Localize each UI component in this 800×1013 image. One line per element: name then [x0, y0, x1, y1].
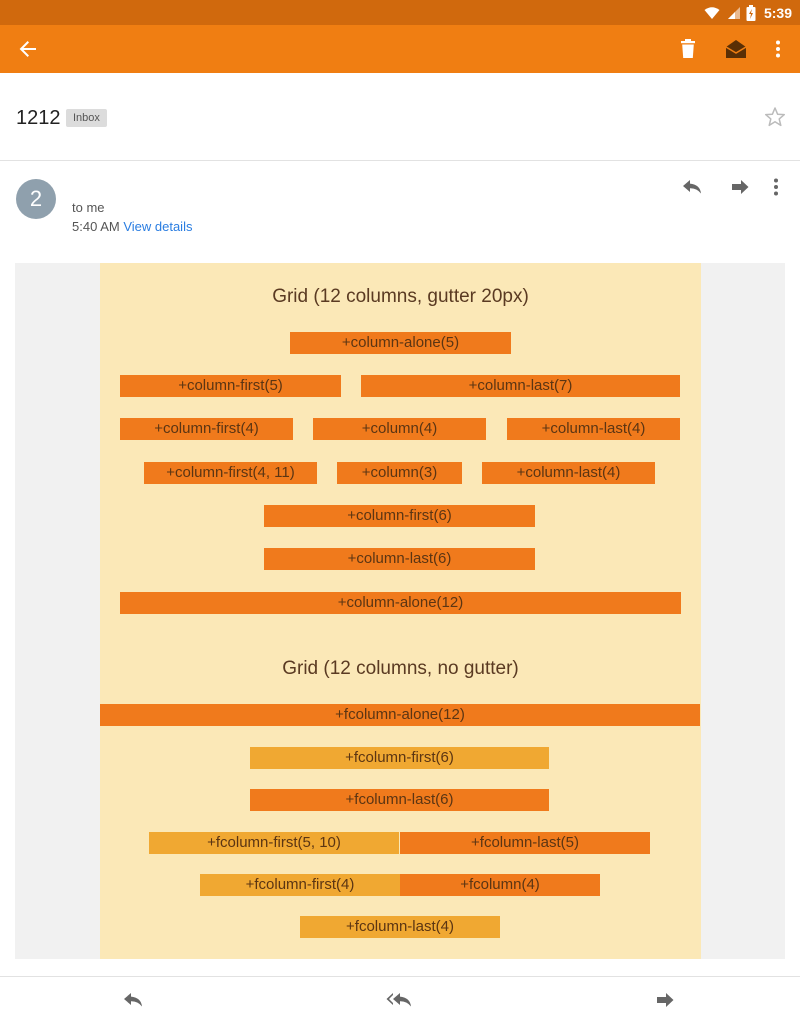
- battery-icon: [746, 4, 756, 21]
- grid-bar: +fcolumn-first(6): [250, 747, 549, 769]
- timestamp-line: 5:40 AM View details: [72, 219, 192, 234]
- view-details-link[interactable]: View details: [123, 219, 192, 234]
- email-subject: 1212: [16, 107, 61, 129]
- message-more-button[interactable]: [762, 174, 790, 200]
- grid-bar: +column-first(4, 11): [144, 462, 317, 484]
- grid-bar: +column-last(4): [507, 418, 680, 440]
- envelope-open-icon: [725, 40, 747, 58]
- grid-bar: +column-first(6): [264, 505, 535, 527]
- bottom-reply-all-button[interactable]: [381, 986, 417, 1013]
- bottom-divider: [0, 976, 800, 977]
- grid-bar: +fcolumn-first(5, 10): [149, 832, 399, 854]
- reply-button[interactable]: [678, 174, 706, 200]
- wifi-icon: [704, 6, 720, 19]
- status-bar: 5:39: [0, 0, 800, 25]
- signal-icon: [727, 6, 740, 19]
- grid-bar: +column(3): [337, 462, 462, 484]
- grid-gutter-title: Grid (12 columns, gutter 20px): [272, 286, 529, 307]
- reply-icon: [683, 180, 701, 194]
- grid-bar: +column-first(4): [120, 418, 293, 440]
- grid-bar: +column-last(7): [361, 375, 680, 397]
- grid-bar: +fcolumn-last(5): [400, 832, 650, 854]
- arrow-back-icon: [19, 41, 36, 57]
- grid-bar: +fcolumn-last(6): [250, 789, 549, 811]
- inbox-label[interactable]: Inbox: [66, 109, 107, 127]
- recipient-line: to me: [72, 200, 105, 215]
- grid-bar: +fcolumn(4): [400, 874, 600, 896]
- more-options-button[interactable]: [758, 25, 798, 73]
- reply-all-icon: [386, 993, 411, 1007]
- forward-icon: [657, 993, 674, 1007]
- mark-unread-button[interactable]: [716, 25, 756, 73]
- grid-bar: +column-alone(12): [120, 592, 681, 614]
- subject-row: 1212 Inbox: [0, 73, 800, 161]
- message-time: 5:40 AM: [72, 219, 120, 234]
- grid-bar: +fcolumn-first(4): [200, 874, 400, 896]
- grid-bar: +column-first(5): [120, 375, 341, 397]
- grid-bar: +column-alone(5): [290, 332, 511, 354]
- sender-avatar[interactable]: 2: [16, 179, 56, 219]
- grid-no-gutter-title: Grid (12 columns, no gutter): [282, 658, 519, 679]
- back-button[interactable]: [8, 25, 48, 73]
- bottom-reply-button[interactable]: [115, 986, 151, 1013]
- reply-icon: [124, 993, 142, 1007]
- more-vert-icon: [774, 178, 778, 196]
- star-icon: [764, 107, 786, 127]
- status-time: 5:39: [763, 4, 792, 21]
- trash-icon: [681, 39, 695, 58]
- more-vert-icon: [776, 40, 780, 58]
- app-bar: [0, 25, 800, 73]
- star-button[interactable]: [764, 106, 786, 133]
- status-icons: 5:39: [704, 0, 792, 25]
- grid-bar: +column-last(4): [482, 462, 655, 484]
- grid-bar: +column(4): [313, 418, 486, 440]
- forward-button[interactable]: [726, 174, 754, 200]
- bottom-forward-button[interactable]: [647, 986, 683, 1013]
- grid-bar: +fcolumn-alone(12): [100, 704, 700, 726]
- delete-button[interactable]: [668, 25, 708, 73]
- grid-bar: +column-last(6): [264, 548, 535, 570]
- forward-icon: [732, 180, 749, 194]
- grid-bar: +fcolumn-last(4): [300, 916, 500, 938]
